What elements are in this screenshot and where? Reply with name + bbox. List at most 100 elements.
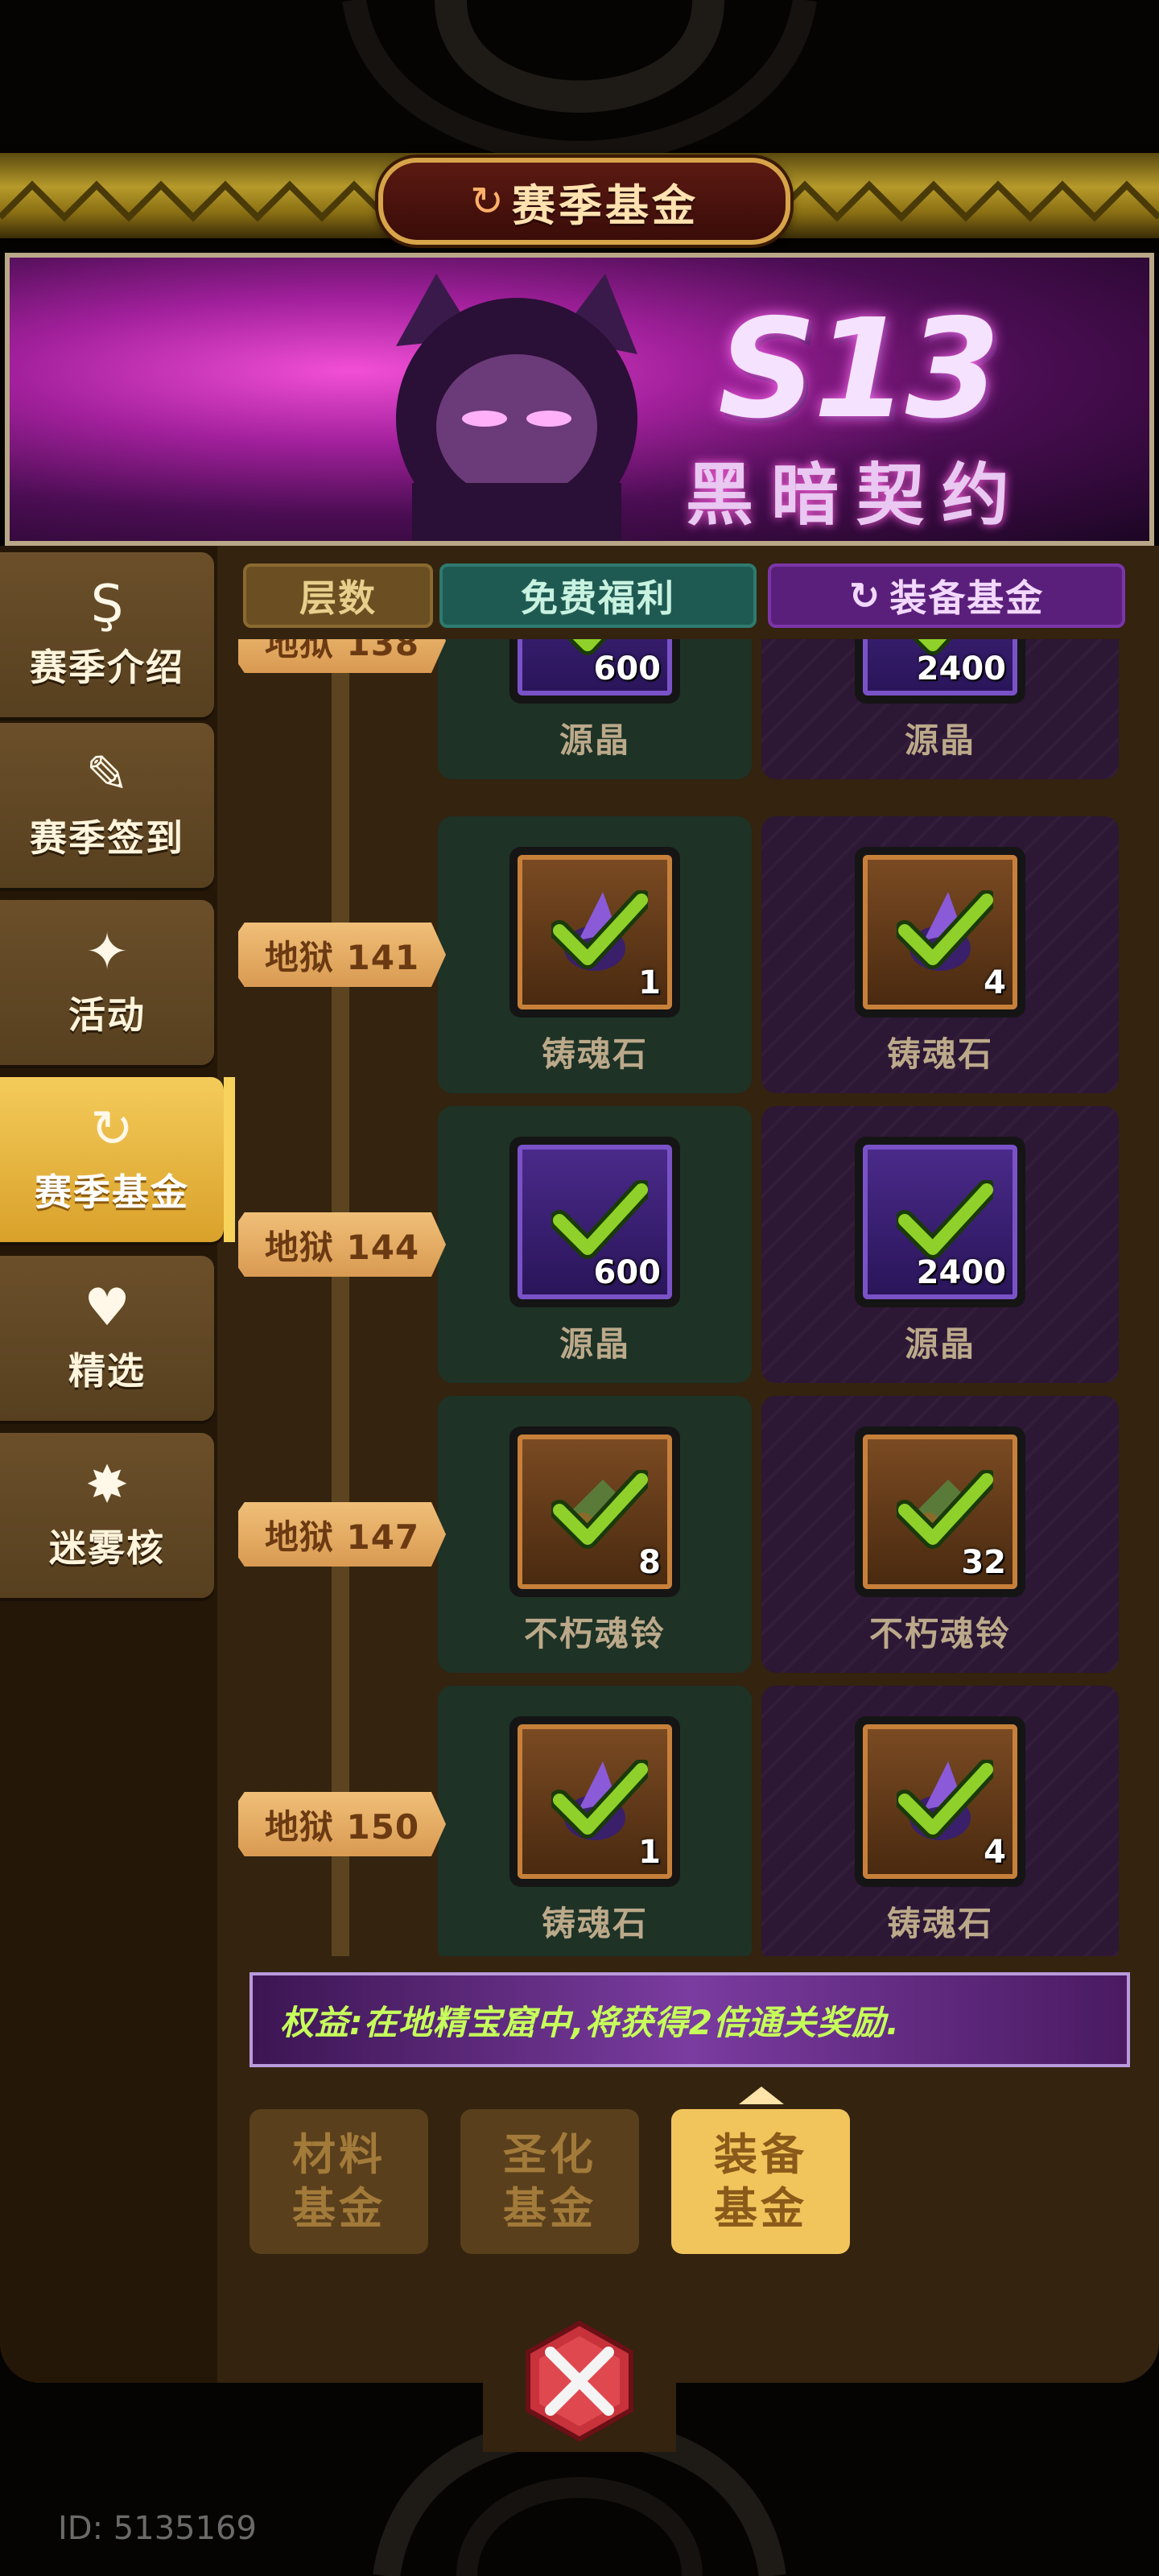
reward-name: 铸魂石 bbox=[886, 1904, 993, 1943]
reward-item-slot[interactable]: 2400 bbox=[855, 639, 1025, 704]
column-header-layer: 层数 bbox=[243, 564, 433, 628]
column-header-paid: ↻ 装备基金 bbox=[768, 564, 1125, 628]
reward-card-paid[interactable]: 2400 源晶 bbox=[761, 639, 1119, 779]
sidebar-item-label: 赛季签到 bbox=[30, 815, 184, 860]
sidebar-item-label: 赛季介绍 bbox=[30, 645, 184, 689]
reward-name: 铸魂石 bbox=[541, 1904, 648, 1943]
tab-label: 装备 基金 bbox=[714, 2128, 807, 2235]
reward-item-slot[interactable]: 2400 bbox=[855, 1137, 1025, 1307]
claimed-check-icon bbox=[897, 1470, 993, 1549]
tab-label: 圣化 基金 bbox=[503, 2128, 596, 2235]
reward-item-slot[interactable]: 4 bbox=[855, 1716, 1025, 1887]
reward-quantity: 1 bbox=[638, 1834, 661, 1871]
top-ornament bbox=[0, 0, 1159, 161]
sidebar-item-label: 活动 bbox=[68, 993, 146, 1037]
benefit-text: 权益:在地精宝窟中,将获得2倍通关奖励. bbox=[280, 2002, 900, 2042]
reward-quantity: 2400 bbox=[916, 1254, 1006, 1291]
sidebar-item-label: 精选 bbox=[68, 1348, 146, 1393]
reward-card-free[interactable]: 1 铸魂石 bbox=[438, 1686, 752, 1956]
reward-quantity: 600 bbox=[593, 650, 662, 687]
reward-item-slot[interactable]: 1 bbox=[509, 847, 680, 1018]
reward-item-frame: 1 bbox=[518, 1724, 672, 1879]
reward-card-paid[interactable]: 2400 源晶 bbox=[761, 1106, 1119, 1383]
reward-card-free[interactable]: 8 不朽魂铃 bbox=[438, 1396, 752, 1673]
benefit-banner: 权益:在地精宝窟中,将获得2倍通关奖励. bbox=[250, 1972, 1130, 2067]
heart-icon: ♥ bbox=[84, 1278, 130, 1338]
layer-tag: 地狱 147 bbox=[238, 1502, 446, 1567]
column-header-label: 免费福利 bbox=[521, 576, 675, 620]
reward-item-frame: 600 bbox=[518, 1145, 672, 1299]
user-id: ID: 5135169 bbox=[58, 2510, 257, 2547]
reward-card-paid[interactable]: 32 不朽魂铃 bbox=[761, 1396, 1119, 1673]
tab-sanctify-fund[interactable]: 圣化 基金 bbox=[460, 2109, 639, 2254]
layer-tag: 地狱 141 bbox=[238, 923, 446, 987]
sidebar-item-fog-core[interactable]: ✸ 迷雾核 bbox=[0, 1433, 214, 1598]
layer-tag: 地狱 138 bbox=[238, 639, 446, 673]
reward-row: 1 铸魂石 4 铸魂石 地狱 150 bbox=[233, 1686, 1143, 1956]
reward-card-paid[interactable]: 4 铸魂石 bbox=[761, 1686, 1119, 1956]
claimed-check-icon bbox=[551, 890, 648, 969]
reward-item-slot[interactable]: 600 bbox=[509, 1137, 680, 1307]
reward-name: 源晶 bbox=[904, 1324, 975, 1364]
swirl-icon: ↻ bbox=[470, 178, 504, 225]
reward-quantity: 4 bbox=[984, 964, 1006, 1001]
reward-card-free[interactable]: 600 源晶 bbox=[438, 639, 752, 779]
reward-item-frame: 8 bbox=[518, 1435, 672, 1589]
active-tab-indicator bbox=[739, 2087, 784, 2104]
claimed-check-icon bbox=[551, 1180, 648, 1259]
hooded-character-image bbox=[396, 274, 637, 541]
sidebar-item-label: 迷雾核 bbox=[49, 1525, 165, 1570]
tab-material-fund[interactable]: 材料 基金 bbox=[250, 2109, 428, 2254]
claimed-check-icon bbox=[897, 1180, 993, 1259]
season-number: S13 bbox=[718, 290, 1000, 449]
claimed-check-icon bbox=[551, 1760, 648, 1839]
reward-item-slot[interactable]: 4 bbox=[855, 847, 1025, 1018]
column-header-label: 层数 bbox=[299, 576, 377, 620]
claimed-check-icon bbox=[551, 1470, 648, 1549]
sidebar-item-season-intro[interactable]: Ş 赛季介绍 bbox=[0, 552, 214, 717]
close-button[interactable] bbox=[517, 2318, 642, 2444]
swirl-icon: ↻ bbox=[848, 574, 882, 617]
reward-item-frame: 32 bbox=[863, 1435, 1017, 1589]
reward-name: 不朽魂铃 bbox=[868, 1614, 1011, 1653]
sidebar-item-featured[interactable]: ♥ 精选 bbox=[0, 1256, 214, 1421]
reward-quantity: 8 bbox=[638, 1544, 661, 1581]
gift-icon: ✦ bbox=[85, 922, 129, 982]
sidebar-item-season-fund[interactable]: ↻ 赛季基金 bbox=[0, 1077, 235, 1242]
claimed-check-icon bbox=[897, 890, 993, 969]
season-banner: S13 黑暗契约 bbox=[5, 253, 1154, 546]
reward-quantity: 1 bbox=[638, 964, 661, 1001]
tab-equipment-fund[interactable]: 装备 基金 bbox=[671, 2109, 850, 2254]
reward-item-slot[interactable]: 600 bbox=[509, 639, 680, 704]
reward-item-frame: 4 bbox=[863, 1724, 1017, 1879]
reward-row: 1 铸魂石 4 铸魂石 地狱 141 bbox=[233, 816, 1143, 1093]
reward-card-paid[interactable]: 4 铸魂石 bbox=[761, 816, 1119, 1093]
reward-name: 不朽魂铃 bbox=[523, 1614, 666, 1653]
reward-quantity: 600 bbox=[593, 1254, 662, 1291]
reward-quantity: 2400 bbox=[916, 650, 1006, 687]
reward-item-frame: 2400 bbox=[863, 639, 1017, 696]
reward-card-free[interactable]: 600 源晶 bbox=[438, 1106, 752, 1383]
reward-card-free[interactable]: 1 铸魂石 bbox=[438, 816, 752, 1093]
reward-item-slot[interactable]: 8 bbox=[509, 1426, 680, 1597]
reward-quantity: 32 bbox=[961, 1544, 1006, 1581]
layer-tag: 地狱 150 bbox=[238, 1792, 446, 1856]
swirl-icon: ↻ bbox=[90, 1099, 134, 1159]
reward-item-slot[interactable]: 1 bbox=[509, 1716, 680, 1887]
page-title-plate: ↻ 赛季基金 bbox=[378, 158, 790, 245]
reward-quantity: 4 bbox=[984, 1834, 1006, 1871]
season-s-icon: Ş bbox=[90, 574, 124, 634]
reward-name: 源晶 bbox=[559, 720, 630, 760]
reward-item-slot[interactable]: 32 bbox=[855, 1426, 1025, 1597]
column-header-free: 免费福利 bbox=[439, 564, 757, 628]
sign-in-icon: ✎ bbox=[85, 745, 129, 805]
reward-name: 源晶 bbox=[904, 720, 975, 760]
sidebar-item-activity[interactable]: ✦ 活动 bbox=[0, 900, 214, 1065]
reward-list[interactable]: 600 源晶 2400 源晶 地狱 138 1 铸魂石 4 铸魂石 地狱 141… bbox=[233, 639, 1143, 1956]
reward-item-frame: 2400 bbox=[863, 1145, 1017, 1299]
reward-row: 600 源晶 2400 源晶 地狱 144 bbox=[233, 1106, 1143, 1383]
page-title: 赛季基金 bbox=[511, 180, 699, 231]
reward-item-frame: 1 bbox=[518, 855, 672, 1009]
column-header-label: 装备基金 bbox=[889, 576, 1045, 620]
sidebar-item-season-signin[interactable]: ✎ 赛季签到 bbox=[0, 723, 214, 888]
